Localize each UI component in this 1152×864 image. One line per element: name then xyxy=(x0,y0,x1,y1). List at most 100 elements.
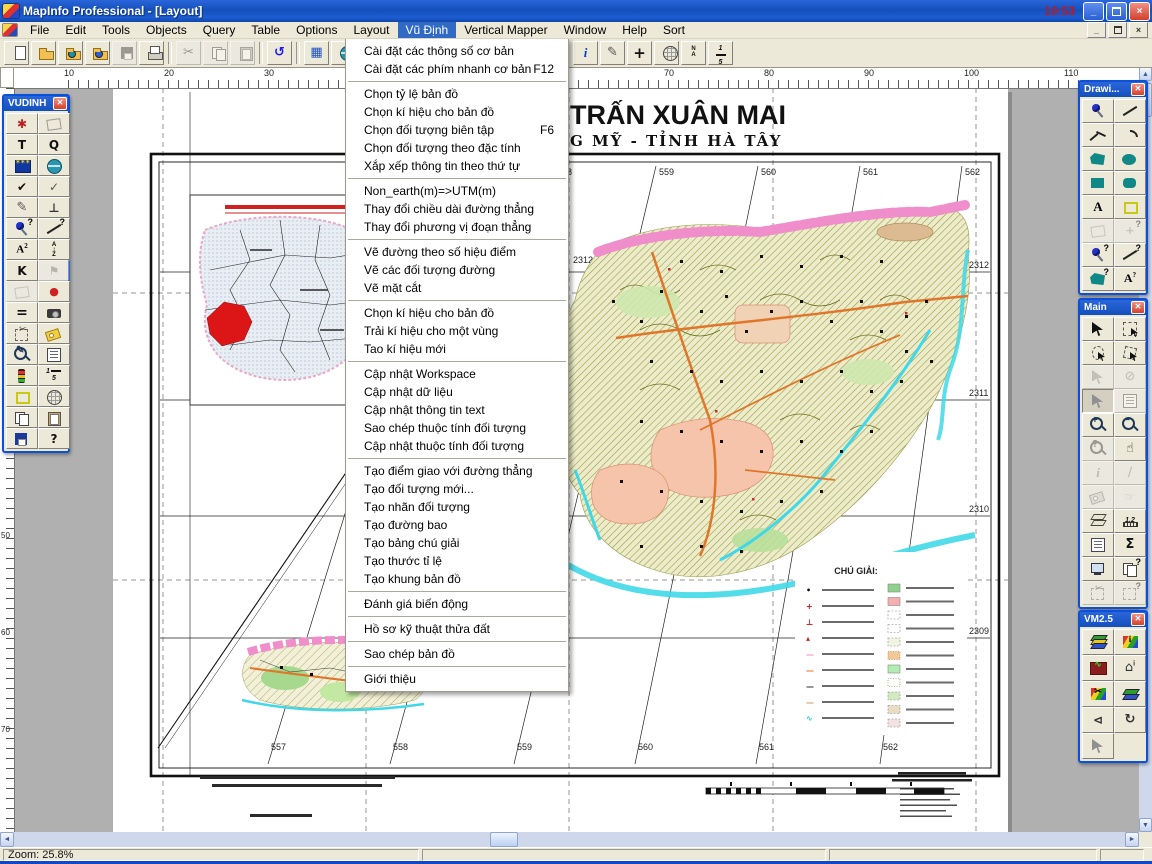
district-monitor-tool-button[interactable] xyxy=(1082,557,1114,581)
menubar-item-layout[interactable]: Layout xyxy=(345,22,397,38)
menu-item-t-o-nh-n-i-t-ng[interactable]: Tạo nhãn đối tượng xyxy=(346,498,568,516)
scalebar-tool-button[interactable]: 15 xyxy=(708,41,733,65)
menubar-item-options[interactable]: Options xyxy=(288,22,345,38)
polygon-ghost-tool-button[interactable] xyxy=(6,281,38,302)
menu-item--nh-gi-bi-n-ng[interactable]: Đánh giá biến động xyxy=(346,595,568,613)
symbol-question-tool-button[interactable]: ? xyxy=(6,218,38,239)
menubar-item-tools[interactable]: Tools xyxy=(94,22,138,38)
polygon-select-tool-button[interactable] xyxy=(1114,341,1146,365)
invert-select-tool-button[interactable] xyxy=(1082,389,1114,413)
polygon-node-tool-button[interactable] xyxy=(38,113,70,134)
menu-item-t-o-th-c-t-l-[interactable]: Tạo thước tỉ lệ xyxy=(346,552,568,570)
menu-item-c-p-nh-t-thu-c-t-nh-i-t-ng[interactable]: Cập nhật thuộc tính đối tượng xyxy=(346,437,568,455)
k-tool-button[interactable]: K xyxy=(6,260,38,281)
vm-toolbox-close-icon[interactable]: ✕ xyxy=(1131,613,1145,626)
menu-item-tr-i-k-hi-u-cho-m-t-v-ng[interactable]: Trải kí hiệu cho một vùng xyxy=(346,322,568,340)
pencil-tool-button[interactable]: ✎ xyxy=(600,41,625,65)
new-browser-button[interactable]: ▦ xyxy=(304,41,329,65)
legend-tool-button[interactable] xyxy=(1082,533,1114,557)
main-toolbox-titlebar[interactable]: Main✕ xyxy=(1080,300,1146,315)
clip-region-tool-button[interactable]: ✂ xyxy=(1082,581,1114,605)
menubar-item-window[interactable]: Window xyxy=(556,22,615,38)
open-table-button[interactable] xyxy=(58,41,83,65)
menu-item-v-ng-theo-s-hi-u-i-m[interactable]: Vẽ đường theo số hiệu điểm xyxy=(346,243,568,261)
scroll-left-button[interactable]: ◄ xyxy=(0,832,14,847)
horizontal-scrollbar[interactable]: ◄ ► xyxy=(0,832,1139,847)
restore-button[interactable] xyxy=(1106,2,1127,21)
text-tool-button[interactable]: A xyxy=(1082,195,1114,219)
traffic-light-tool-button[interactable] xyxy=(6,365,38,386)
menu-item-gi-i-thi-u[interactable]: Giới thiệu xyxy=(346,670,568,688)
menu-item-c-p-nh-t-d-li-u[interactable]: Cập nhật dữ liệu xyxy=(346,383,568,401)
eu-flag-tool-button[interactable]: ✶✶✶ xyxy=(6,155,38,176)
grid-trim-tool-button[interactable]: ✂ xyxy=(1082,681,1114,707)
paste-clip-tool-button[interactable] xyxy=(38,407,70,428)
save-tool-button[interactable] xyxy=(6,428,38,449)
arc-tool-button[interactable] xyxy=(1114,123,1146,147)
drawing-toolbox-close-icon[interactable]: ✕ xyxy=(1131,83,1145,96)
minimize-button[interactable]: _ xyxy=(1083,2,1104,21)
camera-tool-button[interactable] xyxy=(38,302,70,323)
reshape-tool-button[interactable] xyxy=(1082,219,1114,243)
menubar-item-v-nh[interactable]: Vũ Định xyxy=(398,22,457,38)
menubar-item-sort[interactable]: Sort xyxy=(655,22,693,38)
yellow-frame-tool-button[interactable] xyxy=(6,386,38,407)
print-button[interactable] xyxy=(139,41,164,65)
boundary-select-tool-button[interactable] xyxy=(1082,365,1114,389)
search-edit-tool-button[interactable]: ✎ xyxy=(6,344,38,365)
menubar-item-table[interactable]: Table xyxy=(243,22,288,38)
symbol-style-tool-button[interactable]: ? xyxy=(1082,243,1114,267)
check-bold-tool-button[interactable]: ✔ xyxy=(6,176,38,197)
menu-item-ch-n-k-hi-u-cho-b-n-[interactable]: Chọn kí hiệu cho bản đồ xyxy=(346,103,568,121)
statistics-tool-button[interactable]: Σ xyxy=(1114,533,1146,557)
menu-item-t-o-b-ng-ch-gi-i[interactable]: Tạo bảng chú giải xyxy=(346,534,568,552)
vudinh-toolbox-titlebar[interactable]: VUDINH✕ xyxy=(4,96,68,111)
menu-item-ch-n-i-t-ng-theo-c-t-nh[interactable]: Chọn đối tượng theo đặc tính xyxy=(346,139,568,157)
clip-onoff-tool-button[interactable]: ? xyxy=(1114,581,1146,605)
drawing-toolbox-titlebar[interactable]: Drawi...✕ xyxy=(1080,82,1146,97)
add-node-tool-button[interactable]: +? xyxy=(1114,219,1146,243)
menubar-item-vertical-mapper[interactable]: Vertical Mapper xyxy=(456,22,555,38)
info-tool-button[interactable]: i xyxy=(573,41,598,65)
query-Q-tool-button[interactable]: Q xyxy=(38,134,70,155)
grid-globe-tool-button[interactable] xyxy=(38,386,70,407)
menubar-item-help[interactable]: Help xyxy=(614,22,655,38)
grid-manager-tool-button[interactable] xyxy=(1082,629,1114,655)
select-tool-button[interactable] xyxy=(1082,317,1114,341)
menu-item-c-i-t-c-c-th-ng-s-c-b-n[interactable]: Cài đặt các thông số cơ bản xyxy=(346,42,568,60)
globe-tool-button[interactable] xyxy=(38,155,70,176)
hotlink-tool-button[interactable] xyxy=(1082,485,1114,509)
line-style-tool-button[interactable]: ? xyxy=(1114,243,1146,267)
menu-item-c-i-t-c-c-ph-m-nhanh-c-b-n[interactable]: Cài đặt các phím nhanh cơ bảnF12 xyxy=(346,60,568,78)
ruler-tool-button[interactable]: 1.2 xyxy=(1114,509,1146,533)
menu-item-ch-n-t-l-b-n-[interactable]: Chọn tỷ lệ bản đồ xyxy=(346,85,568,103)
menu-item-x-p-x-p-th-ng-tin-theo-th-t-[interactable]: Xắp xếp thông tin theo thứ tự xyxy=(346,157,568,175)
point-query-tool-button[interactable]: ⊲ xyxy=(1082,707,1114,733)
radius-select-tool-button[interactable] xyxy=(1082,341,1114,365)
line-question-tool-button[interactable]: ? xyxy=(38,218,70,239)
help-tool-button[interactable]: ? xyxy=(38,428,70,449)
menubar-item-edit[interactable]: Edit xyxy=(57,22,94,38)
rounded-rectangle-tool-button[interactable] xyxy=(1114,171,1146,195)
region-style-tool-button[interactable]: ? xyxy=(1082,267,1114,291)
drag-line-tool-button[interactable]: ∕ xyxy=(1114,461,1146,485)
new-button[interactable] xyxy=(4,41,29,65)
menu-item-thay-i-chi-u-d-i-ng-th-ng[interactable]: Thay đổi chiều dài đường thẳng xyxy=(346,200,568,218)
grid-slope-tool-button[interactable] xyxy=(1114,681,1146,707)
zoom-in-tool-button[interactable]: + xyxy=(1082,413,1114,437)
menu-item-t-o-i-t-ng-m-i-[interactable]: Tạo đối tượng mới... xyxy=(346,480,568,498)
clip-doc-tool-button[interactable]: ✂ xyxy=(6,323,38,344)
menu-item-tao-k-hi-u-m-i[interactable]: Tao kí hiệu mới xyxy=(346,340,568,358)
scale15-tool-button[interactable]: 15 xyxy=(38,365,70,386)
child-close-button[interactable]: × xyxy=(1129,22,1148,38)
layout-canvas[interactable]: TRẤN XUÂN MAI G MỸ - TỈNH HÀ TÂY 5575575… xyxy=(14,88,1139,832)
menu-item-c-p-nh-t-th-ng-tin-text[interactable]: Cập nhật thông tin text xyxy=(346,401,568,419)
child-minimize-button[interactable]: _ xyxy=(1087,22,1106,38)
north-arrow-tool-button[interactable]: NA xyxy=(681,41,706,65)
equals-tool-button[interactable]: = xyxy=(6,302,38,323)
scroll-right-button[interactable]: ► xyxy=(1125,832,1139,847)
text-T-tool-button[interactable]: T xyxy=(6,134,38,155)
menu-item-non-earth-m-utm-m-[interactable]: Non_earth(m)=>UTM(m) xyxy=(346,182,568,200)
menu-item-v-c-c-i-t-ng-ng[interactable]: Vẽ các đối tượng đường xyxy=(346,261,568,279)
menubar-item-query[interactable]: Query xyxy=(195,22,244,38)
